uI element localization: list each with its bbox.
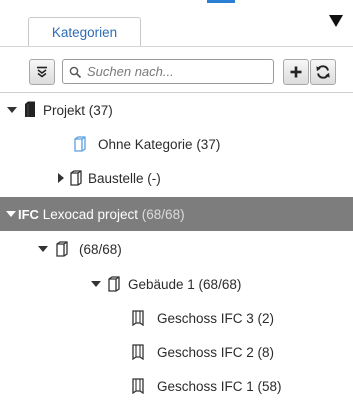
tree-item-label: Ohne Kategorie (37) [98, 136, 221, 152]
search-field[interactable] [62, 59, 274, 84]
tree-item-geschoss-ifc-1[interactable]: Geschoss IFC 1 (58) [0, 369, 353, 403]
tab-kategorien[interactable]: Kategorien [28, 17, 141, 46]
tree-item-label: Geschoss IFC 3 (2) [157, 310, 275, 326]
tree-item-label: Gebäude 1 (68/68) [128, 276, 242, 292]
tree-item-label: IFC Lexocad project (68/68) [18, 207, 185, 222]
tree-item-label: Geschoss IFC 2 (8) [157, 344, 275, 360]
tree-item-geschoss-ifc-2[interactable]: Geschoss IFC 2 (8) [0, 335, 353, 369]
tree-item-gebaeude-1[interactable]: Gebäude 1 (68/68) [0, 267, 353, 301]
category-icon [108, 276, 120, 292]
collapse-all-icon [37, 66, 47, 78]
tree-item-site[interactable]: (68/68) [0, 232, 353, 266]
building-icon [25, 101, 35, 117]
refresh-icon [316, 65, 330, 79]
tree-item-baustelle[interactable]: Baustelle (-) [0, 161, 353, 195]
ifc-project-name: Lexocad project [42, 206, 139, 222]
storey-icon [132, 378, 144, 394]
tree-item-label: Projekt (37) [43, 102, 113, 118]
tree-item-label: (68/68) [79, 241, 122, 257]
storey-icon [132, 344, 144, 360]
expand-arrow-icon[interactable] [91, 281, 101, 287]
panel-menu-caret-icon[interactable] [329, 15, 343, 27]
category-tree: Projekt (37) Ohne Kategorie (37) Baustel… [0, 93, 353, 403]
tab-bar: Kategorien [0, 0, 353, 46]
storey-icon [132, 310, 144, 326]
ifc-project-count: (68/68) [141, 206, 185, 222]
tree-item-label: Baustelle (-) [88, 170, 161, 186]
collapse-all-button[interactable] [29, 59, 55, 85]
category-icon [56, 241, 68, 257]
tree-item-ohne-kategorie[interactable]: Ohne Kategorie (37) [0, 127, 353, 161]
tree-item-label: Geschoss IFC 1 (58) [157, 378, 282, 394]
add-category-button[interactable] [283, 59, 309, 85]
category-icon [70, 170, 82, 186]
toolbar [0, 47, 353, 92]
search-input[interactable] [87, 62, 267, 81]
expand-arrow-icon[interactable] [38, 246, 48, 252]
tree-item-geschoss-ifc-3[interactable]: Geschoss IFC 3 (2) [0, 301, 353, 335]
refresh-button[interactable] [310, 59, 336, 85]
tab-accent-bar [207, 0, 235, 3]
tree-item-ifc-lexocad-project[interactable]: IFC Lexocad project (68/68) [0, 197, 353, 231]
plus-icon [290, 66, 302, 78]
expand-arrow-icon[interactable] [6, 211, 16, 217]
expand-arrow-icon[interactable] [58, 173, 64, 183]
ifc-tag: IFC [18, 206, 39, 222]
tree-item-projekt[interactable]: Projekt (37) [0, 93, 353, 127]
search-icon [69, 66, 82, 79]
categories-panel: Kategorien Suchen nach... Projekt (37) O… [0, 0, 353, 403]
expand-arrow-icon[interactable] [7, 107, 17, 113]
tab-kategorien-label: Kategorien [51, 24, 118, 40]
category-icon [74, 136, 86, 152]
